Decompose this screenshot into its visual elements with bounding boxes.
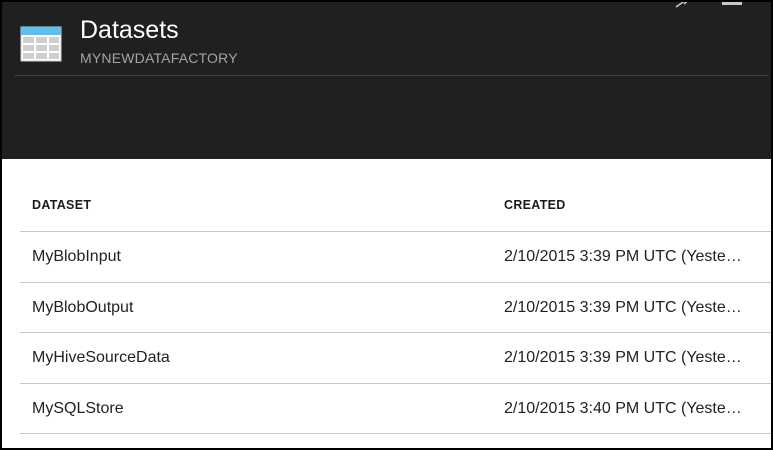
table-row[interactable]: MyHiveSourceData 2/10/2015 3:39 PM UTC (…	[20, 333, 771, 384]
dataset-name: MyBlobInput	[32, 248, 121, 265]
column-header-dataset[interactable]: DATASET	[32, 198, 91, 212]
blade-header: Datasets MYNEWDATAFACTORY	[2, 2, 771, 159]
header-divider	[14, 75, 769, 76]
table-grid-icon	[20, 26, 62, 62]
created-date: 2/10/2015 3:40 PM UTC (Yesterday)	[504, 399, 744, 417]
created-date: 2/10/2015 3:39 PM UTC (Yesterday)	[504, 349, 744, 366]
column-header-created[interactable]: CREATED	[504, 198, 566, 212]
table-row[interactable]: MyBlobInput 2/10/2015 3:39 PM UTC (Yeste…	[20, 232, 771, 283]
blade-window: Datasets MYNEWDATAFACTORY DATASET CREATE…	[0, 0, 773, 450]
menu-icon[interactable]	[720, 0, 744, 8]
dataset-name: MySQLStore	[32, 399, 124, 417]
page-subtitle: MYNEWDATAFACTORY	[80, 50, 238, 66]
created-date: 2/10/2015 3:39 PM UTC (Yesterday)	[504, 298, 744, 316]
dataset-name: MyHiveSourceData	[32, 349, 170, 366]
grid-header-row: DATASET CREATED	[20, 178, 771, 232]
table-row[interactable]: MyBlobOutput 2/10/2015 3:39 PM UTC (Yest…	[20, 283, 771, 333]
dataset-name: MyBlobOutput	[32, 298, 134, 316]
created-date: 2/10/2015 3:39 PM UTC (Yesterday)	[504, 248, 744, 265]
pin-icon[interactable]	[670, 0, 694, 8]
datasets-grid: DATASET CREATED MyBlobInput 2/10/2015 3:…	[20, 178, 771, 434]
page-title: Datasets	[80, 16, 179, 44]
table-row[interactable]: MySQLStore 2/10/2015 3:40 PM UTC (Yester…	[20, 384, 771, 434]
